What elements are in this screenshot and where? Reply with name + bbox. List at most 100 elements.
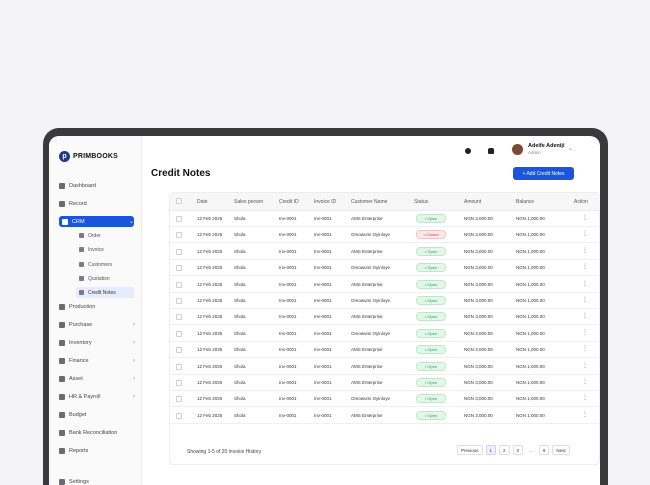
cell-balance: NGN 1,000.00 (516, 248, 545, 254)
column-header: Invoice ID (314, 199, 337, 205)
more-options-icon[interactable]: ⋮ (582, 378, 588, 385)
more-options-icon[interactable]: ⋮ (582, 329, 588, 336)
sidebar-subitem-order[interactable]: Order (76, 230, 134, 241)
row-checkbox[interactable] (176, 216, 182, 222)
page-9-button[interactable]: 9 (538, 445, 550, 455)
logo-mark-icon: p (59, 151, 70, 162)
sidebar-item-asset[interactable]: Asset › (59, 373, 135, 384)
cell-sales: Shola (234, 396, 246, 402)
add-credit-notes-button[interactable]: + Add Credit Notes (513, 167, 574, 180)
row-checkbox[interactable] (176, 298, 182, 304)
more-options-icon[interactable]: ⋮ (582, 280, 588, 287)
sidebar-item-budget[interactable]: Budget (59, 409, 135, 420)
table-row[interactable]: 12 Feb 2025 Shola Inv-0001 Inv-0001 AMS Ente… (170, 359, 600, 375)
table-row[interactable]: 12 Feb 2025 Shola Inv-0001 Inv-0001 AMS Ente… (170, 277, 600, 293)
row-checkbox[interactable] (176, 347, 182, 354)
status-badge: • Open (416, 263, 446, 273)
table-row[interactable]: 12 Feb 2025 Shola Inv-0001 Inv-0001 AMS Ente… (170, 309, 600, 326)
column-header: Sales person (234, 199, 264, 205)
more-options-icon[interactable]: ⋮ (582, 247, 588, 254)
more-options-icon[interactable]: ⋮ (582, 230, 588, 237)
cell-invoice: Inv-0001 (314, 248, 332, 254)
cell-invoice: Inv-0001 (314, 396, 332, 402)
grid-icon (59, 182, 65, 189)
row-checkbox[interactable] (176, 265, 182, 272)
sidebar-item-production[interactable]: Production (59, 301, 135, 312)
cell-invoice: Inv-0001 (314, 314, 332, 320)
avatar[interactable] (512, 144, 523, 155)
sidebar-subitem-customers[interactable]: Customers (76, 259, 134, 270)
cell-amount: NGN 3,000.00 (464, 347, 493, 353)
sidebar-item-finance[interactable]: Finance › (59, 355, 135, 366)
chevron-down-icon[interactable]: ⌄ (568, 145, 573, 152)
sidebar-item-settings[interactable]: Settings (59, 476, 135, 485)
sidebar-subitem-credit-notes[interactable]: Credit Notes (76, 287, 134, 298)
document-icon (79, 276, 84, 281)
sidebar: p PRIMBOOKS Dashboard Record CRM ⌄ Productio… (49, 136, 142, 485)
row-checkbox[interactable] (176, 248, 182, 255)
status-badge: • Open (416, 296, 446, 305)
bell-icon[interactable] (488, 148, 494, 154)
page-1-button[interactable]: 1 (485, 445, 497, 455)
cell-sales: Shola (234, 216, 246, 221)
more-options-icon[interactable]: ⋮ (582, 362, 588, 369)
more-options-icon[interactable]: ⋮ (582, 263, 588, 270)
next-button[interactable]: Next (552, 445, 570, 455)
cell-balance: NGN 1,000.00 (516, 314, 545, 320)
sidebar-subitem-quotation[interactable]: Quotation (76, 273, 134, 284)
row-checkbox[interactable] (176, 330, 182, 337)
row-checkbox[interactable] (176, 232, 182, 239)
sidebar-item-reports[interactable]: Reports (59, 445, 135, 456)
moon-icon[interactable] (465, 148, 471, 154)
sidebar-item-record[interactable]: Record (59, 198, 135, 209)
more-options-icon[interactable]: ⋮ (582, 296, 588, 303)
row-checkbox[interactable] (176, 314, 182, 321)
cell-invoice: Inv-0001 (314, 412, 332, 418)
more-options-icon[interactable]: ⋮ (582, 214, 588, 221)
table-row[interactable]: 12 Feb 2025 Shola Inv-0001 Inv-0001 Omowumi … (170, 326, 600, 342)
cell-sales: Shola (234, 298, 246, 303)
sidebar-subitem-label: Credit Notes (88, 289, 116, 296)
row-checkbox[interactable] (176, 412, 182, 419)
more-options-icon[interactable]: ⋮ (582, 312, 588, 319)
users-icon (79, 262, 84, 267)
table-row[interactable]: 12 Feb 2025 Shola Inv-0001 Inv-0001 Omowumi … (170, 260, 600, 277)
sidebar-subitem-invoice[interactable]: Invoice (76, 244, 134, 255)
select-all-checkbox[interactable] (176, 198, 182, 204)
row-checkbox[interactable] (176, 281, 182, 288)
row-checkbox[interactable] (176, 380, 182, 386)
table-row[interactable]: 12 Feb 2025 Shola Inv-0001 Inv-0001 AMS Ente… (170, 375, 600, 391)
table-row[interactable]: 12 Feb 2025 Shola Inv-0001 Inv-0001 AMS Ente… (170, 408, 600, 424)
cell-sales: Shola (234, 363, 246, 369)
row-checkbox[interactable] (176, 396, 182, 403)
page-2-button[interactable]: 2 (499, 445, 510, 455)
table-row[interactable]: 12 Feb 2025 Shola Inv-0001 Inv-0001 Omowumi … (170, 391, 600, 408)
more-options-icon[interactable]: ⋮ (582, 394, 588, 401)
previous-button[interactable]: Previous (457, 445, 483, 455)
row-checkbox[interactable] (176, 363, 182, 370)
cell-amount: NGN 3,000.00 (464, 281, 493, 287)
column-header: Amount (464, 199, 482, 205)
cell-customer: Omowumi Oyinloye (351, 396, 391, 402)
cell-amount: NGN 3,000.00 (464, 363, 493, 369)
sidebar-item-inventory[interactable]: Inventory › (59, 337, 135, 348)
cell-sales: Shola (234, 380, 246, 385)
table-row[interactable]: 12 Feb 2025 Shola Inv-0001 Inv-0001 Omowumi … (170, 293, 600, 309)
table-row[interactable]: 12 Feb 2025 Shola Inv-0001 Inv-0001 AMS Ente… (170, 244, 600, 260)
cell-invoice: Inv-0001 (314, 363, 332, 369)
table-row[interactable]: 12 Feb 2025 Shola Inv-0001 Inv-0001 AMS Ente… (170, 211, 600, 227)
table-row[interactable]: 12 Feb 2025 Shola Inv-0001 Inv-0001 AMS Ente… (170, 342, 600, 359)
more-options-icon[interactable]: ⋮ (582, 411, 588, 418)
more-options-icon[interactable]: ⋮ (582, 345, 588, 352)
table-row[interactable]: 12 Feb 2025 Shola Inv-0001 Inv-0001 Omowumi … (170, 227, 600, 244)
sidebar-item-hr-payroll[interactable]: HR & Payroll › (59, 391, 135, 402)
sidebar-item-dashboard[interactable]: Dashboard (59, 180, 135, 191)
sidebar-subitem-label: Invoice (88, 246, 104, 253)
logo[interactable]: p PRIMBOOKS (59, 151, 118, 162)
sidebar-item-crm[interactable]: CRM ⌄ (59, 216, 134, 227)
cell-balance: NGN 1,000.00 (516, 281, 545, 287)
sidebar-item-purchase[interactable]: Purchase › (59, 319, 135, 330)
user-name: Adeife Adeniji (528, 143, 565, 149)
page-3-button[interactable]: 3 (512, 445, 524, 455)
sidebar-item-bank-reconciliation[interactable]: Bank Reconciliation (59, 427, 135, 438)
